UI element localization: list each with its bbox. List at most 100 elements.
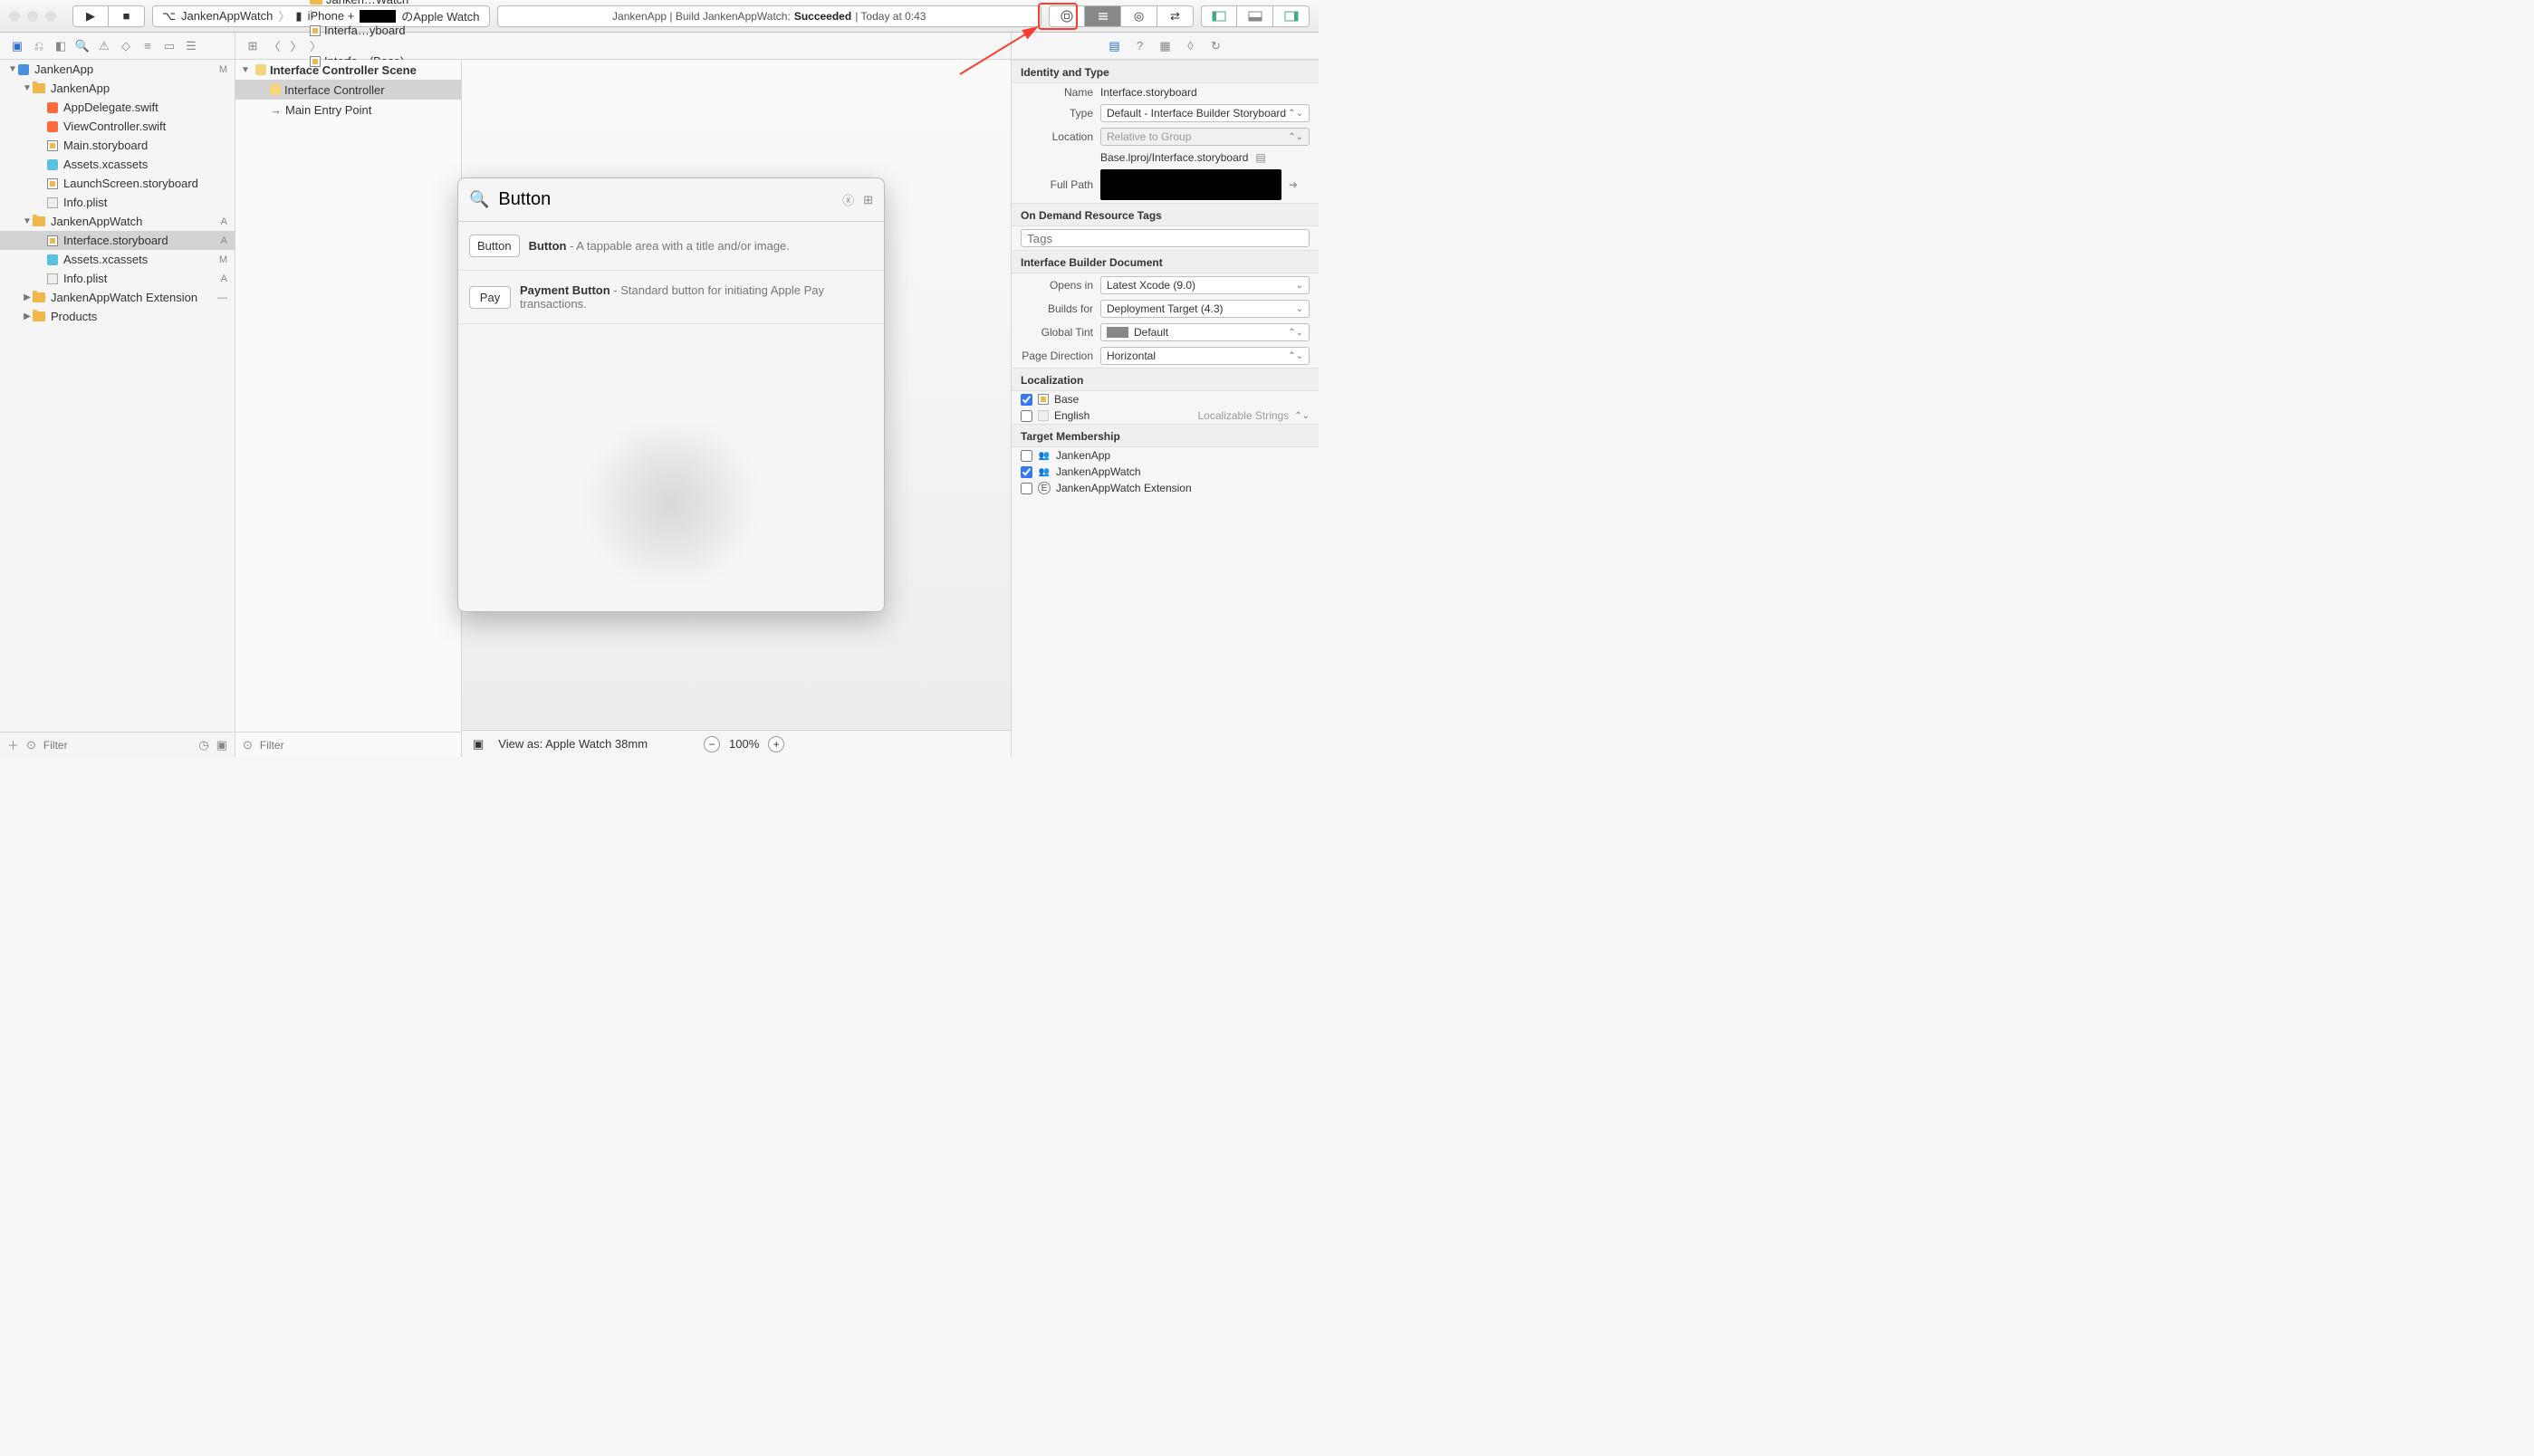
nav-forward-icon[interactable]: 〉 (288, 38, 304, 54)
library-button[interactable] (1049, 5, 1085, 27)
run-button[interactable]: ▶ (72, 5, 109, 27)
media-library-button[interactable]: ◎ (1121, 5, 1157, 27)
file-inspector-tab[interactable]: ▤ (1107, 38, 1123, 54)
storyboard-icon (1038, 394, 1049, 405)
nav-row[interactable]: Info.plist (0, 193, 235, 212)
nav-row[interactable]: Interface.storyboardA (0, 231, 235, 250)
add-icon[interactable]: ＋ (7, 736, 19, 753)
quick-help-tab[interactable]: ? (1132, 38, 1148, 54)
nav-row[interactable]: Assets.xcassetsM (0, 250, 235, 269)
view-as-label[interactable]: View as: Apple Watch 38mm (498, 737, 648, 751)
file-name-value: Interface.storyboard (1100, 86, 1197, 99)
target-membership-title: Target Membership (1012, 424, 1319, 447)
navigator-filter-input[interactable] (43, 739, 191, 752)
zoom-in-button[interactable]: + (768, 736, 784, 752)
zoom-out-button[interactable]: − (704, 736, 720, 752)
odr-section-title: On Demand Resource Tags (1012, 203, 1319, 226)
scm-filter-icon[interactable]: ▣ (216, 738, 227, 752)
watch-target-icon: 👥 (1038, 465, 1051, 478)
extension-target-icon: E (1038, 482, 1051, 494)
stop-button[interactable]: ■ (109, 5, 145, 27)
breadcrumb-item[interactable]: Janken…Watch (310, 0, 461, 6)
issue-navigator-tab[interactable]: ⚠ (96, 38, 112, 54)
target-ext-checkbox[interactable] (1021, 483, 1032, 494)
source-control-tab[interactable]: ⎌ (31, 38, 47, 54)
test-navigator-tab[interactable]: ◇ (118, 38, 134, 54)
app-target-icon: 👥 (1038, 449, 1051, 462)
project-navigator: ▼JankenAppM▼JankenAppAppDelegate.swiftVi… (0, 60, 235, 757)
nav-row[interactable]: AppDelegate.swift (0, 98, 235, 117)
filter-icon: ⊙ (26, 738, 36, 752)
nav-row[interactable]: Info.plistA (0, 269, 235, 288)
target-watch-checkbox[interactable] (1021, 466, 1032, 478)
outline-entry-row[interactable]: → Main Entry Point (235, 100, 461, 120)
toggle-left-panel[interactable] (1201, 5, 1237, 27)
snippets-button[interactable] (1085, 5, 1121, 27)
loc-english-checkbox[interactable] (1021, 410, 1032, 422)
related-items-icon[interactable]: ⊞ (245, 38, 261, 54)
outline-filter-icon: ⊙ (243, 738, 253, 752)
identity-inspector-tab[interactable]: ▦ (1157, 38, 1174, 54)
strings-icon (1038, 410, 1049, 421)
toggle-bottom-panel[interactable] (1237, 5, 1273, 27)
project-navigator-tab[interactable]: ▣ (9, 38, 25, 54)
nav-row[interactable]: ▶JankenAppWatch Extension— (0, 288, 235, 307)
find-navigator-tab[interactable]: 🔍 (74, 38, 91, 54)
outline-filter-input[interactable] (260, 739, 454, 752)
symbol-navigator-tab[interactable]: ◧ (53, 38, 69, 54)
target-app-checkbox[interactable] (1021, 450, 1032, 462)
nav-row[interactable]: ▼JankenAppM (0, 60, 235, 79)
attributes-inspector-tab[interactable]: ◊ (1183, 38, 1199, 54)
loc-english-kind: Localizable Strings (1198, 409, 1290, 422)
code-review-button[interactable]: ⇄ (1157, 5, 1194, 27)
canvas-bottom-bar: ▣ View as: Apple Watch 38mm − 100% + (462, 730, 1011, 757)
loc-base-checkbox[interactable] (1021, 394, 1032, 406)
localization-section-title: Localization (1012, 368, 1319, 391)
clear-search-icon[interactable]: ⓧ (842, 191, 854, 208)
nav-back-icon[interactable]: 〈 (266, 38, 283, 54)
breakpoint-navigator-tab[interactable]: ▭ (161, 38, 178, 54)
grid-view-icon[interactable]: ⊞ (863, 193, 873, 207)
close-window[interactable] (9, 11, 20, 22)
outline-toggle-icon[interactable]: ▣ (473, 737, 484, 752)
minimize-window[interactable] (27, 11, 38, 22)
breadcrumb-item[interactable]: Interfa…yboard (310, 24, 461, 37)
page-direction-select[interactable]: Horizontal⌃⌄ (1100, 347, 1310, 365)
toggle-right-panel[interactable] (1273, 5, 1310, 27)
zoom-window[interactable] (45, 11, 56, 22)
nav-row[interactable]: ViewController.swift (0, 117, 235, 136)
library-search-input[interactable] (498, 189, 833, 210)
location-folder-icon[interactable]: ▤ (1255, 151, 1265, 164)
library-item[interactable]: PayPayment Button - Standard button for … (458, 271, 884, 324)
location-subpath: Base.lproj/Interface.storyboard (1100, 151, 1248, 164)
size-inspector-tab[interactable]: ↻ (1208, 38, 1224, 54)
report-navigator-tab[interactable]: ☰ (183, 38, 199, 54)
window-controls (9, 11, 56, 22)
builds-for-select[interactable]: Deployment Target (4.3)⌄ (1100, 300, 1310, 318)
opens-in-select[interactable]: Latest Xcode (9.0)⌄ (1100, 276, 1310, 294)
odr-tags-input[interactable] (1021, 229, 1310, 247)
object-library-popover: 🔍 ⓧ ⊞ ButtonButton - A tappable area wit… (457, 177, 885, 612)
redacted-fullpath (1100, 169, 1281, 200)
location-select[interactable]: Relative to Group⌃⌄ (1100, 128, 1310, 146)
file-type-select[interactable]: Default - Interface Builder Storyboard⌃⌄ (1100, 104, 1310, 122)
sub-toolbar: ▣ ⎌ ◧ 🔍 ⚠ ◇ ≡ ▭ ☰ ⊞ 〈 〉 JankenApp〉Janken… (0, 33, 1319, 60)
nav-row[interactable]: Main.storyboard (0, 136, 235, 155)
global-tint-select[interactable]: Default⌃⌄ (1100, 323, 1310, 341)
outline-controller-row[interactable]: Interface Controller (235, 80, 461, 100)
document-outline: ▼ Interface Controller Scene Interface C… (235, 60, 462, 757)
nav-row[interactable]: ▼JankenAppWatchA (0, 212, 235, 231)
debug-navigator-tab[interactable]: ≡ (139, 38, 156, 54)
library-item[interactable]: ButtonButton - A tappable area with a ti… (458, 222, 884, 271)
library-shadow (571, 430, 771, 575)
search-icon: 🔍 (469, 190, 489, 209)
nav-row[interactable]: ▶Products (0, 307, 235, 326)
nav-row[interactable]: LaunchScreen.storyboard (0, 174, 235, 193)
zoom-level: 100% (729, 737, 759, 751)
inspector-panel: Identity and Type Name Interface.storybo… (1011, 60, 1319, 757)
recent-filter-icon[interactable]: ◷ (198, 738, 208, 752)
reveal-arrow-icon[interactable]: ➜ (1289, 178, 1298, 191)
nav-row[interactable]: Assets.xcassets (0, 155, 235, 174)
nav-row[interactable]: ▼JankenApp (0, 79, 235, 98)
outline-scene-row[interactable]: ▼ Interface Controller Scene (235, 60, 461, 80)
